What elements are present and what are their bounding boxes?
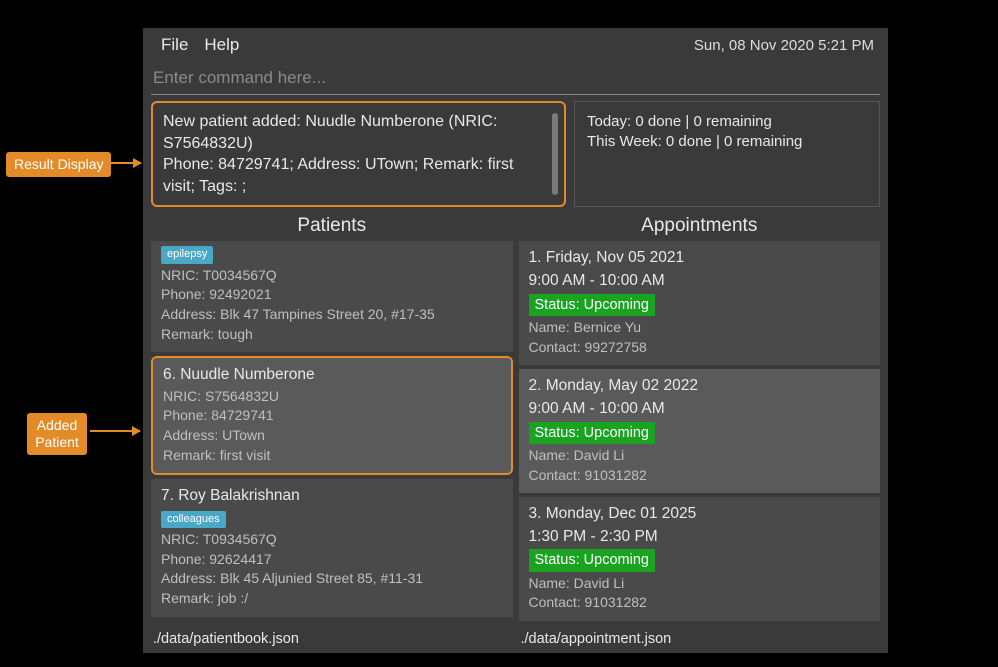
appointments-title: Appointments (519, 213, 881, 241)
appointment-name: Name: David Li (529, 574, 871, 594)
result-line: Phone: 84729741; Address: UTown; Remark:… (163, 154, 542, 197)
patient-remark: Remark: first visit (163, 446, 501, 466)
highlighted-patient: 6. Nuudle NumberoneNRIC: S7564832UPhone:… (151, 356, 513, 475)
appointment-date: 2. Monday, May 02 2022 (529, 375, 871, 397)
patient-phone: Phone: 92492021 (161, 285, 503, 305)
patient-name: 7. Roy Balakrishnan (161, 485, 503, 507)
appointment-path: ./data/appointment.json (519, 629, 881, 649)
patient-address: Address: UTown (163, 426, 501, 446)
appointment-contact: Contact: 91031282 (529, 466, 871, 486)
stats-week: This Week: 0 done | 0 remaining (587, 132, 867, 152)
appointment-name: Name: David Li (529, 446, 871, 466)
patients-list[interactable]: epilepsyNRIC: T0034567QPhone: 92492021Ad… (151, 241, 513, 625)
status-badge: Status: Upcoming (529, 294, 655, 316)
callout-added-patient: Added Patient (27, 413, 87, 455)
appointments-column: Appointments 1. Friday, Nov 05 20219:00 … (519, 213, 881, 625)
patient-name: 6. Nuudle Numberone (163, 364, 501, 386)
patient-nric: NRIC: S7564832U (163, 387, 501, 407)
status-badge: Status: Upcoming (529, 422, 655, 444)
footer: ./data/patientbook.json ./data/appointme… (143, 627, 888, 653)
callout-label: Added (37, 417, 77, 433)
appointment-contact: Contact: 99272758 (529, 338, 871, 358)
appointment-contact: Contact: 91031282 (529, 593, 871, 613)
patient-nric: NRIC: T0034567Q (161, 266, 503, 286)
patient-address: Address: Blk 45 Aljunied Street 85, #11-… (161, 569, 503, 589)
app-window: File Help Sun, 08 Nov 2020 5:21 PM New p… (143, 28, 888, 653)
command-bar (151, 62, 880, 95)
appointments-list[interactable]: 1. Friday, Nov 05 20219:00 AM - 10:00 AM… (519, 241, 881, 625)
patients-title: Patients (151, 213, 513, 241)
result-display: New patient added: Nuudle Numberone (NRI… (151, 101, 566, 207)
patient-remark: Remark: job :/ (161, 589, 503, 609)
scrollbar[interactable] (552, 113, 558, 195)
menu-help[interactable]: Help (196, 35, 247, 55)
callout-result-display: Result Display (6, 152, 111, 177)
appointment-date: 3. Monday, Dec 01 2025 (529, 503, 871, 525)
status-badge: Status: Upcoming (529, 549, 655, 571)
tag-badge: epilepsy (161, 246, 213, 263)
arrow-icon (90, 430, 140, 432)
appointment-time: 9:00 AM - 10:00 AM (529, 398, 871, 420)
tag-badge: colleagues (161, 511, 226, 528)
appointment-time: 9:00 AM - 10:00 AM (529, 270, 871, 292)
appointment-date: 1. Friday, Nov 05 2021 (529, 247, 871, 269)
callout-label: Patient (35, 434, 79, 450)
stats-panel: Today: 0 done | 0 remaining This Week: 0… (574, 101, 880, 207)
columns: Patients epilepsyNRIC: T0034567QPhone: 9… (143, 213, 888, 627)
menubar: File Help Sun, 08 Nov 2020 5:21 PM (143, 28, 888, 62)
menu-file[interactable]: File (153, 35, 196, 55)
patient-card[interactable]: 6. Nuudle NumberoneNRIC: S7564832UPhone:… (153, 358, 511, 473)
result-line: New patient added: Nuudle Numberone (NRI… (163, 111, 542, 154)
patient-phone: Phone: 84729741 (163, 406, 501, 426)
appointment-card[interactable]: 1. Friday, Nov 05 20219:00 AM - 10:00 AM… (519, 241, 881, 365)
datetime-label: Sun, 08 Nov 2020 5:21 PM (694, 37, 878, 54)
patient-address: Address: Blk 47 Tampines Street 20, #17-… (161, 305, 503, 325)
patients-column: Patients epilepsyNRIC: T0034567QPhone: 9… (151, 213, 513, 625)
patient-card[interactable]: 7. Roy Balakrishnan colleagues NRIC: T0934… (151, 479, 513, 616)
appointment-time: 1:30 PM - 2:30 PM (529, 526, 871, 548)
summary-row: New patient added: Nuudle Numberone (NRI… (143, 101, 888, 213)
arrow-icon (105, 162, 141, 164)
appointment-name: Name: Bernice Yu (529, 318, 871, 338)
appointment-card[interactable]: 3. Monday, Dec 01 20251:30 PM - 2:30 PMS… (519, 497, 881, 621)
patient-remark: Remark: tough (161, 325, 503, 345)
appointment-card[interactable]: 2. Monday, May 02 20229:00 AM - 10:00 AM… (519, 369, 881, 493)
patient-phone: Phone: 92624417 (161, 550, 503, 570)
patientbook-path: ./data/patientbook.json (151, 629, 513, 649)
callout-label: Result Display (14, 156, 103, 172)
patient-card[interactable]: epilepsy NRIC: T0034567QPhone: 92492021Ad… (151, 241, 513, 352)
patient-nric: NRIC: T0934567Q (161, 530, 503, 550)
command-input[interactable] (151, 62, 880, 94)
stats-today: Today: 0 done | 0 remaining (587, 112, 867, 132)
